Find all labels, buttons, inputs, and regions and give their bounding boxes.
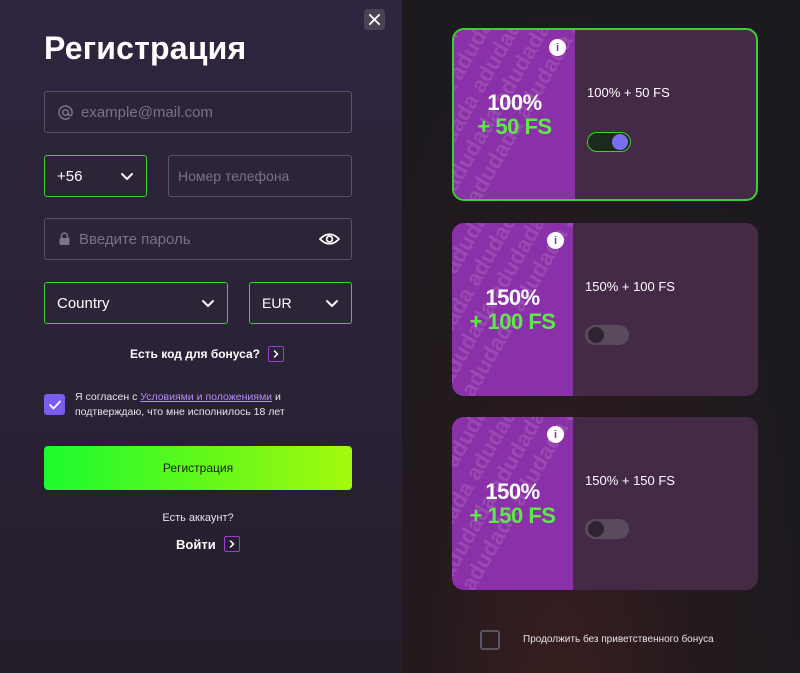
phone-field[interactable] bbox=[168, 155, 359, 197]
toggle-knob bbox=[588, 327, 604, 343]
bonus-toggle[interactable] bbox=[585, 325, 629, 345]
country-value: Country bbox=[57, 294, 110, 312]
bonus-free-spins: + 100 FS bbox=[469, 308, 556, 334]
page-title: Регистрация bbox=[44, 30, 247, 66]
chevron-right-icon bbox=[268, 346, 285, 362]
login-link[interactable]: Войти bbox=[176, 536, 240, 552]
bonus-card[interactable]: adudada adudada adudada adudada adudada a… bbox=[452, 223, 758, 396]
bonus-free-spins: + 50 FS bbox=[477, 113, 552, 139]
close-button[interactable] bbox=[364, 9, 385, 30]
info-icon[interactable]: i bbox=[547, 426, 564, 443]
email-input[interactable] bbox=[81, 103, 351, 121]
info-icon[interactable]: i bbox=[547, 232, 564, 249]
terms-link[interactable]: Условиями и положениями bbox=[140, 391, 272, 403]
bonus-label: 100% + 50 FS bbox=[587, 85, 670, 100]
agree-text: Я согласен с Условиями и положениями и п… bbox=[75, 390, 315, 420]
bonus-card[interactable]: adudada adudada adudada adudada adudada a… bbox=[452, 417, 758, 590]
bonus-card[interactable]: adudada adudada adudada adudada adudada a… bbox=[452, 28, 758, 201]
bonus-code-label: Есть код для бонуса? bbox=[130, 347, 261, 361]
close-icon bbox=[368, 13, 381, 26]
chevron-right-icon bbox=[223, 536, 240, 552]
toggle-knob bbox=[612, 134, 628, 150]
info-icon[interactable]: i bbox=[549, 39, 566, 56]
bonus-label: 150% + 150 FS bbox=[585, 473, 675, 488]
password-field[interactable] bbox=[44, 218, 352, 260]
bonus-percent: 150% bbox=[485, 284, 540, 310]
bonus-toggle[interactable] bbox=[587, 132, 631, 152]
toggle-knob bbox=[588, 521, 604, 537]
login-label: Войти bbox=[176, 536, 216, 552]
bonus-free-spins: + 150 FS bbox=[469, 502, 556, 528]
bonus-promo-banner: adudada adudada adudada adudada adudada a… bbox=[454, 30, 575, 199]
has-account-text: Есть аккаунт? bbox=[162, 512, 234, 524]
register-button[interactable]: Регистрация bbox=[44, 446, 352, 490]
phone-code-select[interactable]: +56 bbox=[44, 155, 147, 197]
bonus-toggle[interactable] bbox=[585, 519, 629, 539]
skip-bonus-checkbox[interactable] bbox=[480, 630, 500, 650]
bonus-label: 150% + 100 FS bbox=[585, 279, 675, 294]
chevron-down-icon bbox=[326, 300, 338, 307]
skip-bonus-label: Продолжить без приветственного бонуса bbox=[523, 634, 714, 645]
eye-icon[interactable] bbox=[319, 232, 340, 246]
lock-icon bbox=[58, 232, 71, 246]
country-select[interactable]: Country bbox=[44, 282, 228, 324]
bonus-promo-banner: adudada adudada adudada adudada adudada a… bbox=[452, 223, 573, 396]
chevron-down-icon bbox=[202, 300, 214, 307]
email-field[interactable] bbox=[44, 91, 352, 133]
bonus-percent: 150% bbox=[485, 478, 540, 504]
chevron-down-icon bbox=[121, 173, 133, 180]
currency-value: EUR bbox=[262, 295, 292, 311]
agree-checkbox[interactable] bbox=[44, 394, 65, 415]
bonus-promo-banner: adudada adudada adudada adudada adudada a… bbox=[452, 417, 573, 590]
password-input[interactable] bbox=[79, 230, 319, 248]
phone-input[interactable] bbox=[178, 168, 359, 184]
currency-select[interactable]: EUR bbox=[249, 282, 352, 324]
agree-prefix: Я согласен с bbox=[75, 391, 141, 403]
bonus-code-link[interactable]: Есть код для бонуса? bbox=[130, 346, 285, 362]
bonus-percent: 100% bbox=[487, 89, 542, 115]
phone-code-value: +56 bbox=[57, 167, 83, 185]
checkmark-icon bbox=[48, 400, 61, 409]
at-icon bbox=[58, 104, 73, 120]
